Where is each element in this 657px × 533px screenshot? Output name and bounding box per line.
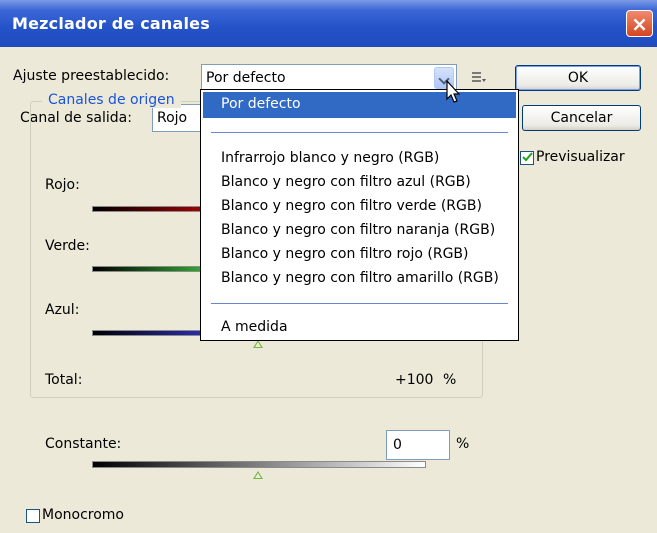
blue-slider[interactable]: [92, 330, 202, 336]
dropdown-item-selected-label: Por defecto: [221, 96, 301, 112]
monochrome-checkbox[interactable]: [26, 509, 40, 523]
monochrome-label: Monocromo: [42, 507, 124, 523]
title-bar[interactable]: Mezclador de canales ×: [0, 0, 657, 47]
checkmark-icon: [522, 151, 533, 167]
preset-label: Ajuste preestablecido:: [13, 68, 170, 84]
dropdown-separator: [211, 303, 508, 304]
preview-label: Previsualizar: [536, 149, 625, 165]
cancel-button[interactable]: Cancelar: [522, 105, 641, 131]
preset-select-value: Por defecto: [206, 70, 286, 86]
preset-menu-icon[interactable]: [472, 71, 486, 83]
constant-input[interactable]: 0: [386, 430, 450, 460]
constant-label: Constante:: [45, 436, 122, 452]
red-channel-label: Rojo:: [45, 177, 80, 193]
close-icon: ×: [631, 12, 648, 36]
dropdown-item-selected[interactable]: Por defecto: [203, 92, 516, 118]
dropdown-item[interactable]: Infrarrojo blanco y negro (RGB): [221, 150, 439, 166]
mouse-cursor-icon: [446, 79, 462, 108]
window-title: Mezclador de canales: [12, 14, 210, 33]
dropdown-item-custom[interactable]: A medida: [221, 319, 288, 335]
green-channel-label: Verde:: [45, 238, 90, 254]
dropdown-item[interactable]: Blanco y negro con filtro naranja (RGB): [221, 222, 495, 238]
total-value: +100: [395, 372, 434, 388]
total-unit: %: [443, 372, 457, 388]
dropdown-separator: [211, 132, 508, 133]
green-slider[interactable]: [92, 266, 202, 272]
preset-select[interactable]: Por defecto: [201, 64, 457, 92]
blue-slider-thumb[interactable]: [253, 340, 263, 348]
constant-slider-thumb[interactable]: [253, 471, 263, 479]
constant-unit: %: [456, 436, 470, 452]
dropdown-item[interactable]: Blanco y negro con filtro azul (RGB): [221, 174, 471, 190]
preview-checkbox[interactable]: [520, 151, 534, 165]
preset-dropdown-list[interactable]: Por defecto Infrarrojo blanco y negro (R…: [200, 89, 519, 341]
total-label: Total:: [45, 372, 83, 388]
blue-channel-label: Azul:: [45, 302, 80, 318]
dropdown-item[interactable]: Blanco y negro con filtro rojo (RGB): [221, 246, 469, 262]
constant-slider[interactable]: [92, 461, 426, 468]
close-button[interactable]: ×: [626, 10, 653, 37]
ok-button[interactable]: OK: [515, 65, 641, 91]
red-slider[interactable]: [92, 206, 202, 212]
source-channels-legend: Canales de origen: [42, 92, 181, 108]
dropdown-item[interactable]: Blanco y negro con filtro amarillo (RGB): [221, 270, 499, 286]
dropdown-item[interactable]: Blanco y negro con filtro verde (RGB): [221, 198, 482, 214]
